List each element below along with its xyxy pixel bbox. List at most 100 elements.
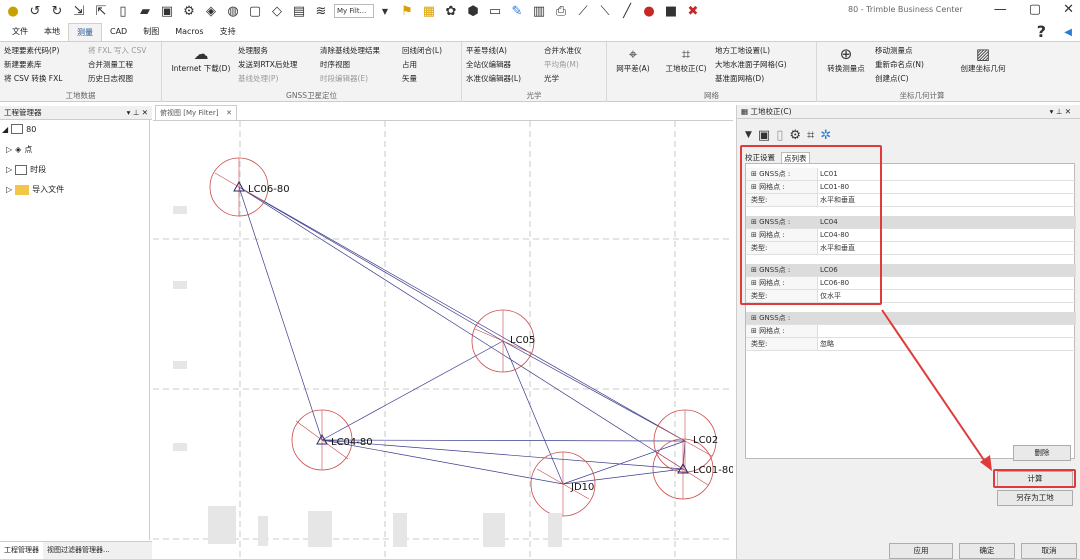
package-icon[interactable]: ⬢ xyxy=(464,2,482,20)
calibration-pair[interactable]: ⊞ GNSS点 : LC04 ⊞ 网格点 : LC04-80 类型: 水平和垂直 xyxy=(746,216,1076,255)
type-value[interactable]: 水平和垂直 xyxy=(818,242,1076,254)
geoid-subgrid-button[interactable]: 大地水准面子网格(G) xyxy=(715,59,787,70)
vector-button[interactable]: 矢量 xyxy=(402,73,417,84)
clear-baseline-results-button[interactable]: 清除基线处理结果 xyxy=(320,45,380,56)
dropdown-triangle-icon[interactable]: ▼ xyxy=(745,130,752,140)
move-survey-point-button[interactable]: 移动测量点 xyxy=(875,45,913,56)
compute-button[interactable]: 计算 xyxy=(997,471,1073,487)
rename-point-button[interactable]: 重新命名点(N) xyxy=(875,59,924,70)
datum-grid-button[interactable]: 基准面网格(D) xyxy=(715,73,764,84)
optical-button[interactable]: 光学 xyxy=(544,73,559,84)
grid-point-value[interactable]: LC04-80 xyxy=(818,229,1076,241)
save-icon[interactable]: ▣ xyxy=(158,2,176,20)
cube-icon[interactable]: ◇ xyxy=(268,2,286,20)
settings-icon[interactable]: ⚙ xyxy=(180,2,198,20)
grid-point-value[interactable]: LC01-80 xyxy=(818,181,1076,193)
open-folder-icon[interactable]: ▰ xyxy=(136,2,154,20)
panel-controls-icon[interactable]: ▾ ⊥ ✕ xyxy=(127,106,148,119)
gnss-point-value[interactable]: LC04 xyxy=(818,216,1076,228)
image-icon[interactable]: ▣ xyxy=(758,128,770,143)
plan-view[interactable]: LC06-80 LC05 LC04-80 JD10 LC02 LC01-80 xyxy=(153,120,733,559)
delete-button[interactable]: 删除 xyxy=(1013,445,1071,461)
tree-item-sessions[interactable]: ▷ 时段 xyxy=(6,164,46,175)
expand-icon[interactable]: ▷ xyxy=(6,185,12,194)
tab-cad[interactable]: CAD xyxy=(102,23,135,41)
tree-item-points[interactable]: ▷ ◈ 点 xyxy=(6,144,32,155)
edit-icon[interactable]: ✎ xyxy=(508,2,526,20)
tab-macros[interactable]: Macros xyxy=(167,23,211,41)
tab-survey[interactable]: 测量 xyxy=(68,23,102,41)
mean-angle-button[interactable]: 平均角(M) xyxy=(544,59,579,70)
grid-point-value[interactable] xyxy=(818,325,1076,337)
apply-button[interactable]: 应用 xyxy=(889,543,953,559)
create-point-button[interactable]: 创建点(C) xyxy=(875,73,909,84)
layers-icon[interactable]: ◈ xyxy=(202,2,220,20)
tab-support[interactable]: 支持 xyxy=(212,23,244,41)
tree-item-project[interactable]: ◢ 80 xyxy=(2,124,36,134)
maximize-icon[interactable]: ▢ xyxy=(1029,2,1041,17)
ok-button[interactable]: 确定 xyxy=(959,543,1015,559)
network-adjust-button[interactable]: ⌖ 网平差(A) xyxy=(611,45,655,74)
chevron-down-icon[interactable]: ▼ xyxy=(376,2,394,20)
settings-network-icon[interactable]: ✲ xyxy=(820,128,831,143)
record-icon[interactable]: ● xyxy=(640,2,658,20)
panel-controls-icon[interactable]: ▾ ⊥ ✕ xyxy=(1050,105,1071,118)
window-icon[interactable]: ▢ xyxy=(246,2,264,20)
select-filter-icon[interactable]: ⚑ xyxy=(398,2,416,20)
new-file-icon[interactable]: ▯ xyxy=(114,2,132,20)
site-calibration-button[interactable]: ⌗ 工地校正(C) xyxy=(661,45,711,74)
stack-icon[interactable]: ≋ xyxy=(312,2,330,20)
gear-icon[interactable]: ⚙ xyxy=(789,128,801,143)
close-circle-icon[interactable]: ✖ xyxy=(684,2,702,20)
timeline-view-button[interactable]: 时序视图 xyxy=(320,59,350,70)
minimize-icon[interactable]: — xyxy=(994,2,1007,17)
type-value[interactable]: 忽略 xyxy=(818,338,1076,350)
occupation-button[interactable]: 占用 xyxy=(402,59,417,70)
ruler-icon[interactable]: ⟍ xyxy=(596,2,614,20)
local-site-settings-button[interactable]: 地方工地设置(L) xyxy=(715,45,770,56)
line-icon[interactable]: ╱ xyxy=(618,2,636,20)
csv-to-fxl-button[interactable]: 将 CSV 转换 FXL xyxy=(4,73,62,84)
export-icon[interactable]: ⇱ xyxy=(92,2,110,20)
fxl-to-csv-button[interactable]: 将 FXL 写入 CSV xyxy=(88,45,146,56)
cancel-button[interactable]: 取消 xyxy=(1021,543,1077,559)
image-icon[interactable]: ▤ xyxy=(290,2,308,20)
calibration-pair[interactable]: ⊞ GNSS点 : LC06 ⊞ 网格点 : LC06-80 类型: 仅水平 xyxy=(746,264,1076,303)
tab-view-filter-manager[interactable]: 视图过滤器管理器... xyxy=(43,542,114,559)
tab-project-explorer[interactable]: 工程管理器 xyxy=(0,542,43,559)
level-editor-button[interactable]: 水准仪编辑器(L) xyxy=(466,73,521,84)
gnss-point-value[interactable]: LC06 xyxy=(818,264,1076,276)
close-icon[interactable]: ✕ xyxy=(1063,2,1074,17)
print-icon[interactable]: ⎙ xyxy=(552,2,570,20)
plan-view-tab[interactable]: 俯视图 [My Filter] ✕ xyxy=(155,105,237,120)
redo-icon[interactable]: ↻ xyxy=(48,2,66,20)
filter-select[interactable]: My Filt... xyxy=(334,4,374,18)
processing-service-button[interactable]: 处理服务 xyxy=(238,45,268,56)
send-to-rtx-button[interactable]: 发送到RTX后处理 xyxy=(238,59,297,70)
process-feature-codes-button[interactable]: 处理要素代码(P) xyxy=(4,45,59,56)
merge-level-button[interactable]: 合并水准仪 xyxy=(544,45,582,56)
baseline-processing-button[interactable]: 基线处理(P) xyxy=(238,73,278,84)
stop-icon[interactable]: ■ xyxy=(662,2,680,20)
loop-closure-button[interactable]: 回线闭合(L) xyxy=(402,45,442,56)
measure-icon[interactable]: ⟋ xyxy=(574,2,592,20)
tree-item-imported-files[interactable]: ▷ 导入文件 xyxy=(6,184,64,195)
calibration-pair[interactable]: ⊞ GNSS点 : LC01 ⊞ 网格点 : LC01-80 类型: 水平和垂直 xyxy=(746,168,1076,207)
clipboard-icon[interactable]: ▥ xyxy=(530,2,548,20)
gnss-point-value[interactable] xyxy=(818,312,1076,324)
help-icon[interactable]: ? xyxy=(1037,22,1046,41)
expand-icon[interactable]: ▷ xyxy=(6,145,12,154)
collapse-icon[interactable]: ◢ xyxy=(2,125,8,134)
internet-download-button[interactable]: ☁ Internet 下载(D) xyxy=(166,45,236,74)
undo-icon[interactable]: ↺ xyxy=(26,2,44,20)
calibration-pair[interactable]: ⊞ GNSS点 : ⊞ 网格点 : 类型: 忽略 xyxy=(746,312,1076,351)
expand-icon[interactable]: ▷ xyxy=(6,165,12,174)
new-feature-library-button[interactable]: 新建要素库 xyxy=(4,59,42,70)
session-editor-button[interactable]: 时段编辑器(E) xyxy=(320,73,368,84)
traverse-adjust-button[interactable]: 平差导线(A) xyxy=(466,45,507,56)
report-icon[interactable]: ▯ xyxy=(776,128,783,143)
merge-survey-project-button[interactable]: 合并测量工程 xyxy=(88,59,133,70)
create-cogo-button[interactable]: ▨ 创建坐标几何 xyxy=(953,45,1013,74)
document-icon[interactable]: ▭ xyxy=(486,2,504,20)
select-grid-icon[interactable]: ▦ xyxy=(420,2,438,20)
